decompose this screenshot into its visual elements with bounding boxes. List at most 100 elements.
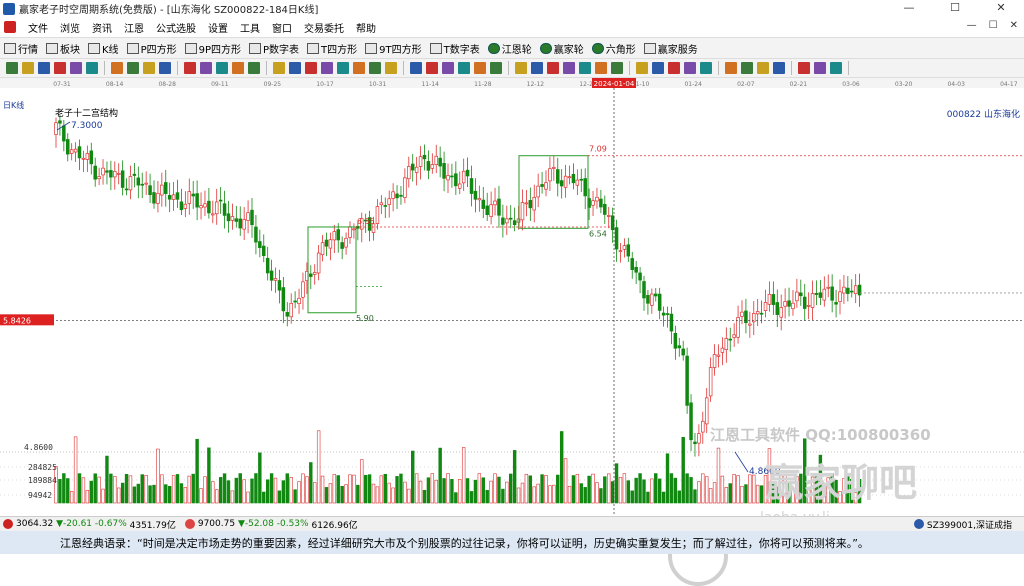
draw-tool-icon[interactable] [814, 62, 826, 74]
toolbar-sector-button[interactable]: 板块 [42, 39, 84, 57]
index1-segment[interactable]: 3064.32 ▼-20.61 -0.67% 4351.79亿 [0, 518, 176, 531]
draw-tool-icon[interactable] [773, 62, 785, 74]
draw-tool-icon[interactable] [531, 62, 543, 74]
draw-tool-icon[interactable] [22, 62, 34, 74]
candle-body [810, 293, 815, 308]
draw-tool-icon[interactable] [579, 62, 591, 74]
candle-body [528, 200, 533, 209]
draw-tool-icon[interactable] [652, 62, 664, 74]
date-tick-label: 10-31 [369, 81, 387, 88]
draw-tool-icon[interactable] [595, 62, 607, 74]
draw-tool-icon[interactable] [547, 62, 559, 74]
candle-body [128, 176, 133, 191]
close-button[interactable]: ✕ [978, 0, 1024, 17]
draw-tool-icon[interactable] [474, 62, 486, 74]
index-right-segment[interactable]: SZ399001,深证成指 [911, 518, 1012, 531]
draw-tool-icon[interactable] [305, 62, 317, 74]
draw-tool-icon[interactable] [369, 62, 381, 74]
draw-tool-icon[interactable] [184, 62, 196, 74]
draw-tool-icon[interactable] [410, 62, 422, 74]
kline-chart-area[interactable]: 07-31 08-14 08-28 09-11 09-25 10-17 10-31 11-14… [0, 78, 1024, 586]
volume-bar [414, 473, 419, 504]
draw-tool-icon[interactable] [127, 62, 139, 74]
menu-settings[interactable]: 设置 [202, 20, 234, 35]
toolbar-9p-square-button[interactable]: 9P四方形 [181, 39, 245, 57]
volume-bar [501, 488, 505, 504]
volume-bar [728, 483, 732, 504]
draw-tool-icon[interactable] [563, 62, 575, 74]
mdi-minimize-button[interactable]: — [967, 20, 977, 31]
menu-trade[interactable]: 交易委托 [298, 20, 350, 35]
draw-tool-icon[interactable] [725, 62, 737, 74]
date-tick-label: 08-28 [158, 81, 176, 88]
menu-file[interactable]: 文件 [22, 20, 54, 35]
draw-tool-icon[interactable] [54, 62, 66, 74]
menu-browse[interactable]: 浏览 [54, 20, 86, 35]
draw-tool-icon[interactable] [289, 62, 301, 74]
toolbar-t-square-button[interactable]: T四方形 [303, 39, 361, 57]
toolbar-p-square-button[interactable]: P四方形 [123, 39, 181, 57]
toolbar-p-table-button[interactable]: P数字表 [245, 39, 303, 57]
mdi-close-button[interactable]: ✕ [1010, 20, 1018, 31]
candle-body [559, 180, 564, 187]
draw-tool-icon[interactable] [458, 62, 470, 74]
minimize-button[interactable]: — [886, 0, 932, 17]
draw-tool-icon[interactable] [216, 62, 228, 74]
toolbar-9t-square-button[interactable]: 9T四方形 [361, 39, 425, 57]
maximize-button[interactable]: ☐ [932, 0, 978, 17]
draw-tool-icon[interactable] [143, 62, 155, 74]
toolbar-winner-wheel-button[interactable]: 赢家轮 [536, 39, 588, 57]
index2-segment[interactable]: 9700.75 ▼-52.08 -0.53% 6126.96亿 [182, 518, 358, 531]
draw-tool-icon[interactable] [830, 62, 842, 74]
draw-tool-icon[interactable] [515, 62, 527, 74]
draw-tool-icon[interactable] [159, 62, 171, 74]
draw-tool-icon[interactable] [111, 62, 123, 74]
draw-tool-icon[interactable] [337, 62, 349, 74]
menu-gann[interactable]: 江恩 [118, 20, 150, 35]
draw-tool-icon[interactable] [611, 62, 623, 74]
candle-body [222, 203, 227, 216]
draw-tool-icon[interactable] [321, 62, 333, 74]
menu-tools[interactable]: 工具 [234, 20, 266, 35]
volume-bar [164, 484, 168, 504]
volume-bar [575, 474, 580, 504]
draw-tool-icon[interactable] [70, 62, 82, 74]
draw-tool-icon[interactable] [798, 62, 810, 74]
draw-tool-icon[interactable] [273, 62, 285, 74]
toolbar-t-table-button[interactable]: T数字表 [426, 39, 484, 57]
index2-amount: 6126.96亿 [311, 520, 358, 531]
toolbar-hexagon-button[interactable]: 六角形 [588, 39, 640, 57]
draw-tool-icon[interactable] [232, 62, 244, 74]
kline-chart[interactable]: 07-31 08-14 08-28 09-11 09-25 10-17 10-31 11-14… [0, 78, 1024, 526]
draw-tool-icon[interactable] [200, 62, 212, 74]
draw-tool-icon[interactable] [636, 62, 648, 74]
draw-tool-icon[interactable] [353, 62, 365, 74]
draw-tool-icon[interactable] [385, 62, 397, 74]
draw-tool-icon[interactable] [668, 62, 680, 74]
draw-tool-icon[interactable] [38, 62, 50, 74]
draw-tool-icon[interactable] [6, 62, 18, 74]
draw-tool-icon[interactable] [426, 62, 438, 74]
candle-body [344, 237, 348, 248]
toolbar-quotes-button[interactable]: 行情 [0, 39, 42, 57]
drawing-toolbar [0, 59, 1024, 78]
toolbar-service-button[interactable]: 赢家服务 [640, 39, 702, 57]
toolbar-kline-button[interactable]: K线 [84, 39, 123, 57]
mdi-restore-button[interactable]: ☐ [989, 20, 998, 31]
draw-tool-icon[interactable] [684, 62, 696, 74]
draw-tool-icon[interactable] [700, 62, 712, 74]
menu-help[interactable]: 帮助 [350, 20, 382, 35]
menu-info[interactable]: 资讯 [86, 20, 118, 35]
draw-tool-icon[interactable] [757, 62, 769, 74]
draw-tool-icon[interactable] [741, 62, 753, 74]
volume-bar [520, 482, 525, 504]
menu-window[interactable]: 窗口 [266, 20, 298, 35]
draw-tool-icon[interactable] [490, 62, 502, 74]
menu-formula[interactable]: 公式选股 [150, 20, 202, 35]
draw-tool-icon[interactable] [86, 62, 98, 74]
draw-tool-icon[interactable] [442, 62, 454, 74]
system-menu-icon[interactable] [4, 21, 16, 33]
volume-bar [395, 476, 399, 504]
draw-tool-icon[interactable] [248, 62, 260, 74]
toolbar-gann-wheel-button[interactable]: 江恩轮 [484, 39, 536, 57]
